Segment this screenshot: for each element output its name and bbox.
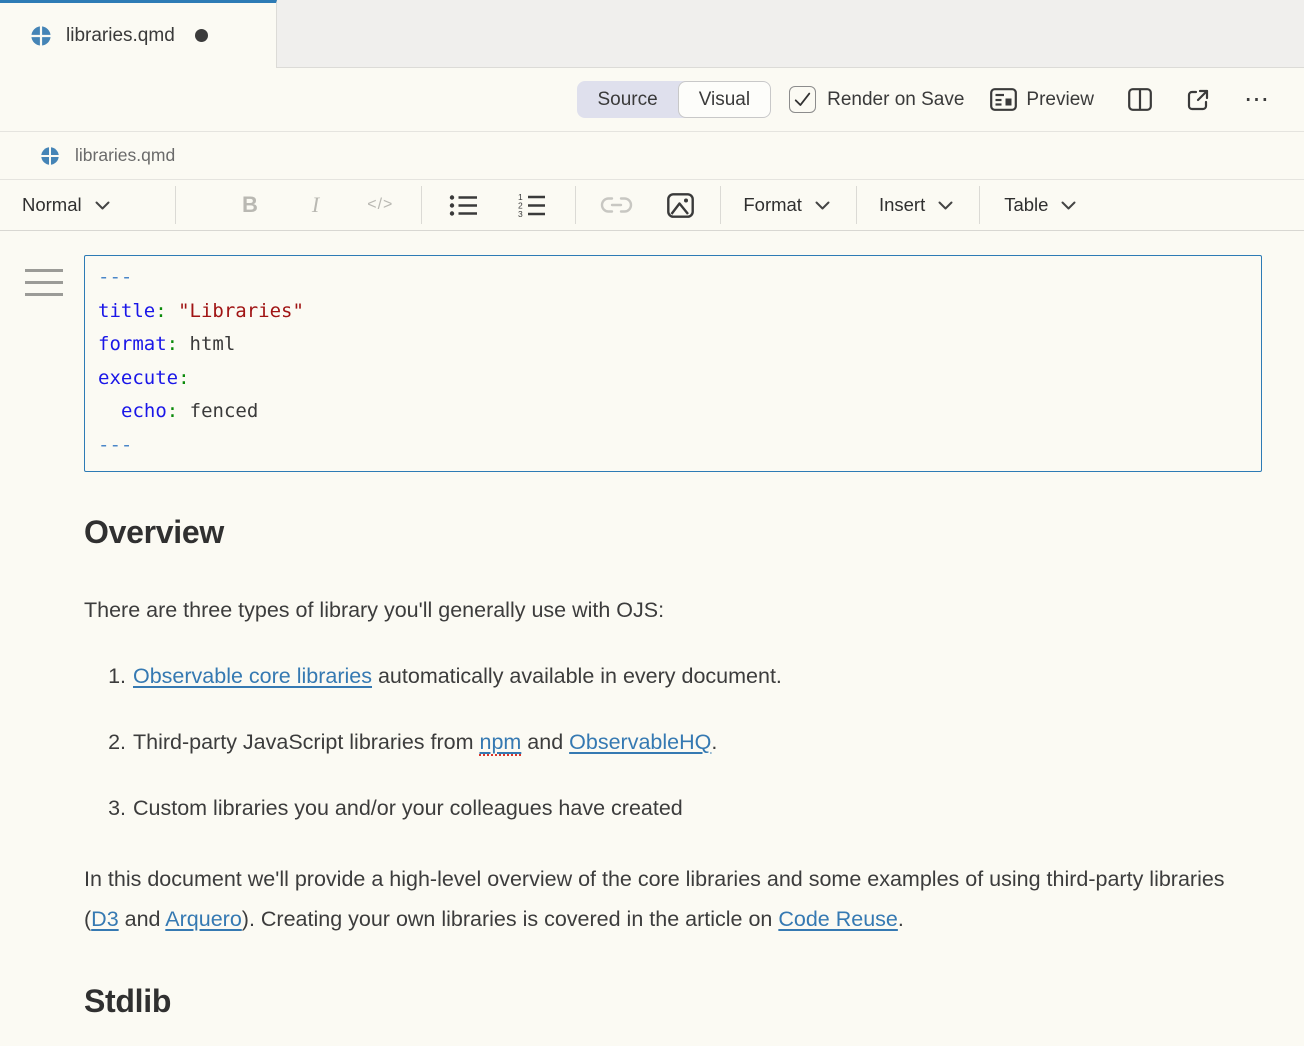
observablehq-link[interactable]: ObservableHQ	[569, 730, 711, 754]
unsaved-changes-dot	[195, 29, 208, 42]
chevron-down-icon	[938, 201, 953, 210]
npm-link[interactable]: npm	[479, 730, 521, 756]
ellipsis-icon: ⋯	[1244, 87, 1270, 112]
link-icon	[600, 195, 633, 215]
source-mode-button[interactable]: Source	[577, 81, 677, 118]
bullet-list-button[interactable]	[449, 194, 479, 217]
quarto-icon	[30, 25, 52, 47]
visual-mode-button[interactable]: Visual	[678, 81, 771, 118]
numbered-list-icon: 1 2 3	[517, 193, 547, 217]
list-item: 1.Observable core libraries automaticall…	[84, 661, 1262, 691]
split-editor-icon	[1128, 88, 1152, 111]
bullet-list-icon	[449, 194, 479, 217]
breadcrumb-filename[interactable]: libraries.qmd	[75, 145, 175, 166]
divider	[720, 186, 721, 224]
block-drag-handle[interactable]	[25, 269, 63, 305]
observable-core-libraries-link[interactable]: Observable core libraries	[133, 664, 372, 688]
italic-button[interactable]: I	[312, 192, 319, 218]
svg-text:3: 3	[518, 209, 523, 217]
breadcrumb: libraries.qmd	[0, 132, 1304, 180]
list-item: 3.Custom libraries you and/or your colle…	[84, 793, 1262, 823]
d3-link[interactable]: D3	[91, 907, 118, 931]
table-menu[interactable]: Table	[1004, 194, 1076, 216]
divider	[421, 186, 422, 224]
open-external-icon	[1186, 88, 1210, 112]
yaml-front-matter-block[interactable]: --- title: "Libraries" format: html exec…	[84, 255, 1262, 472]
preview-label: Preview	[1026, 89, 1094, 111]
library-types-list: 1.Observable core libraries automaticall…	[84, 661, 1262, 823]
checkmark-icon	[794, 92, 811, 107]
format-menu[interactable]: Format	[743, 194, 830, 216]
render-on-save-checkbox[interactable]	[789, 86, 816, 113]
intro-paragraph: There are three types of library you'll …	[84, 595, 1262, 625]
tab-bar: libraries.qmd	[0, 0, 1304, 68]
render-on-save-label: Render on Save	[827, 89, 964, 111]
arquero-link[interactable]: Arquero	[165, 907, 242, 931]
stdlib-heading: Stdlib	[84, 983, 1262, 1020]
divider	[979, 186, 980, 224]
insert-menu[interactable]: Insert	[879, 194, 953, 216]
more-actions-button[interactable]: ⋯	[1244, 87, 1270, 112]
link-button[interactable]	[600, 195, 633, 215]
chevron-down-icon	[95, 201, 110, 210]
yaml-close-fence: ---	[98, 434, 132, 456]
numbered-list-button[interactable]: 1 2 3	[517, 193, 547, 217]
editor-toolbar: Source Visual Render on Save Preview	[0, 68, 1304, 132]
yaml-open-fence: ---	[98, 266, 132, 288]
format-toolbar: Normal B I </> 1 2 3	[0, 180, 1304, 231]
tab-libraries-qmd[interactable]: libraries.qmd	[0, 0, 277, 68]
divider	[175, 186, 176, 224]
divider	[856, 186, 857, 224]
image-icon	[667, 193, 694, 218]
divider	[575, 186, 576, 224]
image-button[interactable]	[667, 193, 694, 218]
quarto-icon-small	[40, 146, 60, 166]
open-external-button[interactable]	[1186, 88, 1210, 112]
chevron-down-icon	[1061, 201, 1076, 210]
closing-paragraph: In this document we'll provide a high-le…	[84, 859, 1234, 939]
code-reuse-link[interactable]: Code Reuse	[778, 907, 898, 931]
visual-editor-canvas[interactable]: --- title: "Libraries" format: html exec…	[0, 231, 1304, 1020]
tab-title: libraries.qmd	[66, 25, 175, 47]
source-visual-toggle: Source Visual	[577, 81, 771, 118]
overview-heading: Overview	[84, 514, 1262, 551]
bold-button[interactable]: B	[242, 192, 258, 218]
chevron-down-icon	[815, 201, 830, 210]
preview-icon	[990, 88, 1017, 111]
preview-button[interactable]: Preview	[990, 88, 1094, 111]
split-editor-button[interactable]	[1128, 88, 1152, 111]
paragraph-style-dropdown[interactable]: Normal	[22, 194, 145, 216]
list-item: 2.Third-party JavaScript libraries from …	[84, 727, 1262, 757]
code-button[interactable]: </>	[367, 196, 393, 214]
